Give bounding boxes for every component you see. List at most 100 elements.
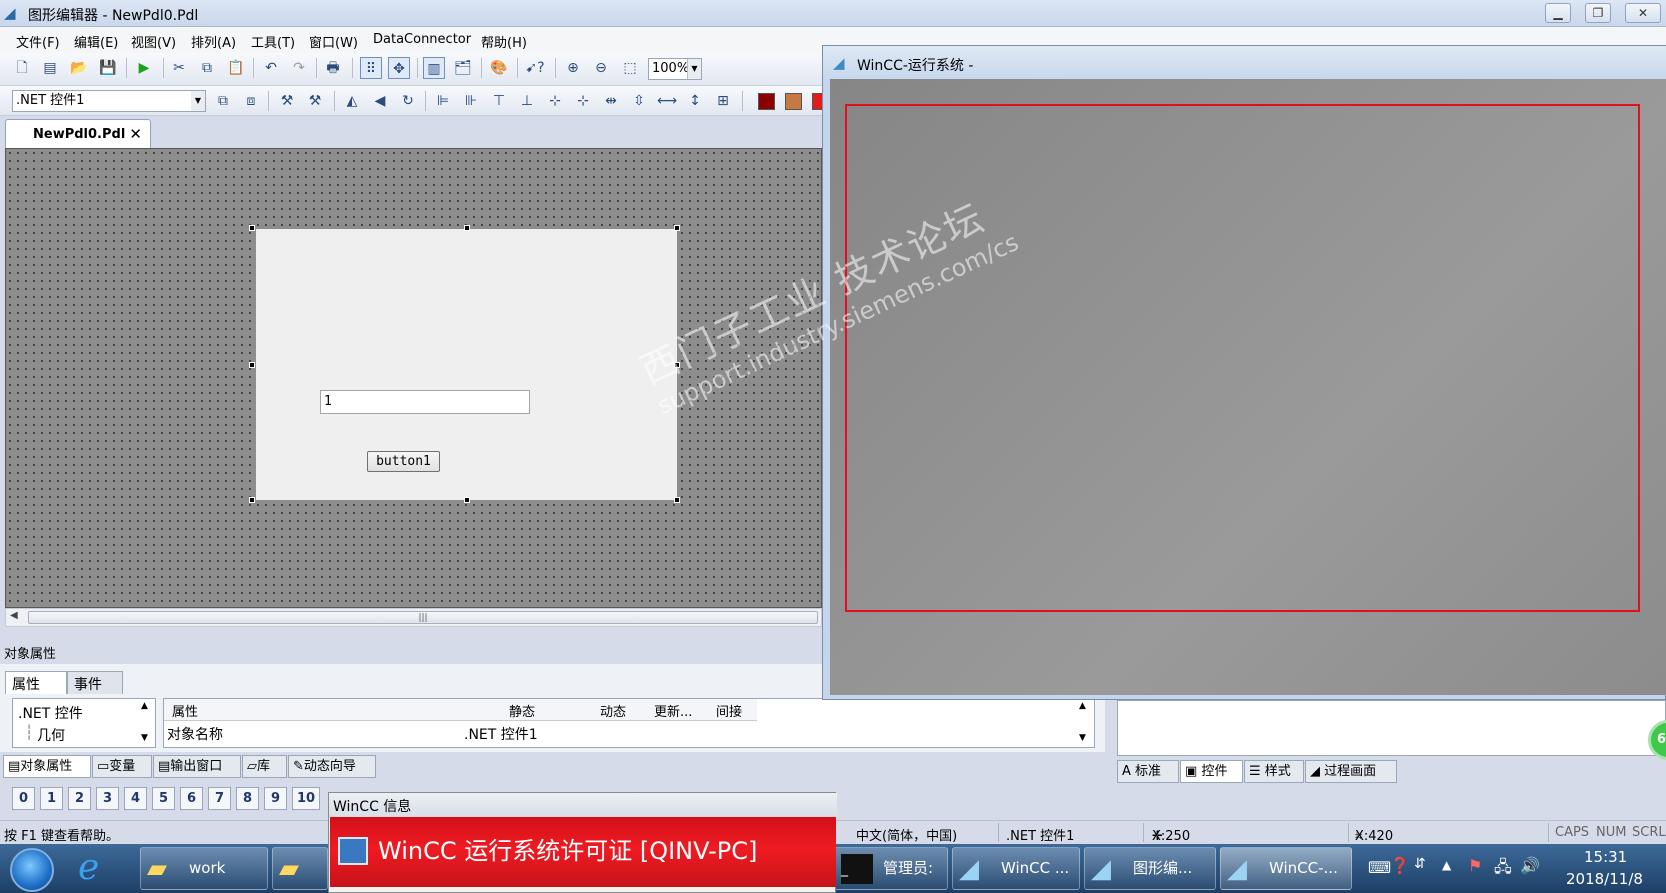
layout-icon[interactable]: ▥ [423, 57, 445, 79]
start-button[interactable] [10, 848, 54, 892]
scroll-left-icon[interactable]: ◀ [10, 610, 18, 621]
control-button[interactable]: button1 [367, 451, 440, 472]
line-color-swatch[interactable] [758, 93, 775, 110]
menu-arrange[interactable]: 排列(A) [191, 32, 236, 51]
save-icon[interactable]: 💾 [97, 57, 119, 79]
row-object-name-value[interactable]: .NET 控件1 [464, 724, 538, 744]
scroll-up-icon[interactable]: ▲ [1079, 701, 1086, 711]
resize-handle[interactable] [674, 225, 680, 231]
internet-explorer-icon[interactable]: ℯ [78, 848, 99, 888]
space-horizontal-icon[interactable]: ⇹ [600, 90, 622, 112]
tree-item-geometry[interactable]: 几何 [37, 725, 65, 745]
library-icon[interactable]: 🗂 [452, 57, 474, 79]
column-property[interactable]: 属性 [172, 701, 198, 720]
wand-icon[interactable]: ⚒ [276, 90, 298, 112]
horizontal-scrollbar[interactable]: ◀ ||| [5, 608, 822, 627]
zoom-out-icon[interactable]: ⊖ [590, 57, 612, 79]
clock-date[interactable]: 2018/11/8 [1566, 870, 1643, 888]
taskbar-item-work[interactable]: ▰ work [140, 847, 268, 890]
layer-3[interactable]: 3 [96, 787, 119, 810]
redo-icon[interactable]: ↷ [288, 57, 310, 79]
wand2-icon[interactable]: ⚒ [304, 90, 326, 112]
color-palette-icon[interactable]: 🎨 [488, 57, 510, 79]
dock-tab-process-pictures[interactable]: ◢ 过程画面 [1305, 760, 1397, 783]
dock-tab-standard[interactable]: A 标准 [1117, 760, 1179, 783]
flip-horizontal-icon[interactable]: ◭ [341, 90, 363, 112]
dock-tab-controls[interactable]: ▣ 控件 [1180, 760, 1243, 783]
object-palette-list[interactable] [1117, 700, 1666, 756]
scroll-down-icon[interactable]: ▼ [141, 733, 148, 743]
tab-newpdl0[interactable]: NewPdl0.Pdl ✕ [5, 119, 151, 148]
resize-handle[interactable] [249, 225, 255, 231]
run-icon[interactable]: ▶ [133, 57, 155, 79]
dock-tab-dynamic-wizard[interactable]: ✎动态向导 [288, 755, 376, 778]
chevron-down-icon[interactable]: ▼ [687, 59, 701, 79]
tab-events[interactable]: 事件 [67, 671, 123, 694]
paste-icon[interactable]: 📋 [225, 57, 247, 79]
layer-0[interactable]: 0 [12, 787, 35, 810]
resize-handle[interactable] [674, 497, 680, 503]
action-center-icon[interactable]: ⚑ [1468, 856, 1482, 875]
same-size-icon[interactable]: ⊞ [712, 90, 734, 112]
layer-9[interactable]: 9 [264, 787, 287, 810]
same-width-icon[interactable]: ⟷ [656, 90, 678, 112]
keyboard-icon[interactable]: ⌨ [1368, 858, 1391, 877]
zoom-in-icon[interactable]: ⊕ [562, 57, 584, 79]
space-vertical-icon[interactable]: ⇳ [628, 90, 650, 112]
resize-handle[interactable] [249, 497, 255, 503]
row-object-name[interactable]: 对象名称 [167, 724, 223, 744]
undo-icon[interactable]: ↶ [260, 57, 282, 79]
taskbar-item-folder[interactable]: ▰ [272, 847, 328, 890]
column-update[interactable]: 更新... [654, 701, 692, 720]
align-right-icon[interactable]: ⊪ [460, 90, 482, 112]
tray-arrows-icon[interactable]: ⇵ [1414, 856, 1426, 872]
taskbar-item-console[interactable]: _管理员: ... [834, 847, 948, 890]
info-popup-body[interactable]: WinCC 运行系统许可证 [QINV-PC] [330, 817, 836, 887]
rotate-icon[interactable]: ↻ [397, 90, 419, 112]
fill-color-swatch[interactable] [785, 93, 802, 110]
help-icon[interactable]: ❓ [1390, 856, 1410, 875]
flip-vertical-icon[interactable]: ◀ [369, 90, 391, 112]
column-indirect[interactable]: 间接 [716, 701, 742, 720]
wincc-info-popup[interactable]: WinCC 信息 WinCC 运行系统许可证 [QINV-PC] [328, 792, 837, 893]
close-icon[interactable]: ✕ [129, 125, 142, 143]
align-top-icon[interactable]: ⊤ [488, 90, 510, 112]
layer-4[interactable]: 4 [124, 787, 147, 810]
tree-item-dotnet-control[interactable]: .NET 控件 [18, 703, 83, 723]
column-dynamic[interactable]: 动态 [600, 701, 626, 720]
menu-file[interactable]: 文件(F) [16, 32, 60, 51]
tab-properties[interactable]: 属性 [5, 671, 67, 694]
open-icon[interactable]: 📂 [68, 57, 90, 79]
network-icon[interactable]: 🖧 [1494, 856, 1512, 883]
control-textbox[interactable]: 1 [320, 390, 530, 414]
send-back-icon[interactable]: ⧈ [240, 90, 262, 112]
grid-icon[interactable]: ⠿ [360, 57, 382, 79]
menu-edit[interactable]: 编辑(E) [74, 32, 118, 51]
object-selector[interactable]: .NET 控件1 ▼ [12, 90, 206, 112]
new-template-icon[interactable]: ▤ [39, 57, 61, 79]
resize-handle[interactable] [464, 497, 470, 503]
layer-7[interactable]: 7 [208, 787, 231, 810]
layer-8[interactable]: 8 [236, 787, 259, 810]
help-pointer-icon[interactable]: ➹? [524, 57, 546, 79]
center-horizontal-icon[interactable]: ⊹ [544, 90, 566, 112]
align-bottom-icon[interactable]: ⊥ [516, 90, 538, 112]
layer-5[interactable]: 5 [152, 787, 175, 810]
chevron-down-icon[interactable]: ▼ [191, 91, 205, 111]
zoom-combobox[interactable]: 100% ▼ [648, 58, 702, 80]
taskbar-item-wincc-runtime[interactable]: ◢ WinCC-... [1220, 847, 1352, 890]
copy-icon[interactable]: ⧉ [196, 57, 218, 79]
minimize-button[interactable]: ▁ [1545, 3, 1571, 23]
layer-2[interactable]: 2 [68, 787, 91, 810]
resize-handle[interactable] [249, 362, 255, 368]
restore-button[interactable]: ❐ [1585, 3, 1611, 23]
cut-icon[interactable]: ✂ [168, 57, 190, 79]
layer-10[interactable]: 10 [292, 787, 320, 810]
menu-tools[interactable]: 工具(T) [251, 32, 295, 51]
show-hidden-icons[interactable]: ▲ [1442, 858, 1451, 872]
layer-6[interactable]: 6 [180, 787, 203, 810]
snap-icon[interactable]: ✥ [388, 57, 410, 79]
dock-tab-output[interactable]: ▤输出窗口 [153, 755, 241, 778]
menu-window[interactable]: 窗口(W) [309, 32, 358, 51]
bring-front-icon[interactable]: ⧉ [212, 90, 234, 112]
